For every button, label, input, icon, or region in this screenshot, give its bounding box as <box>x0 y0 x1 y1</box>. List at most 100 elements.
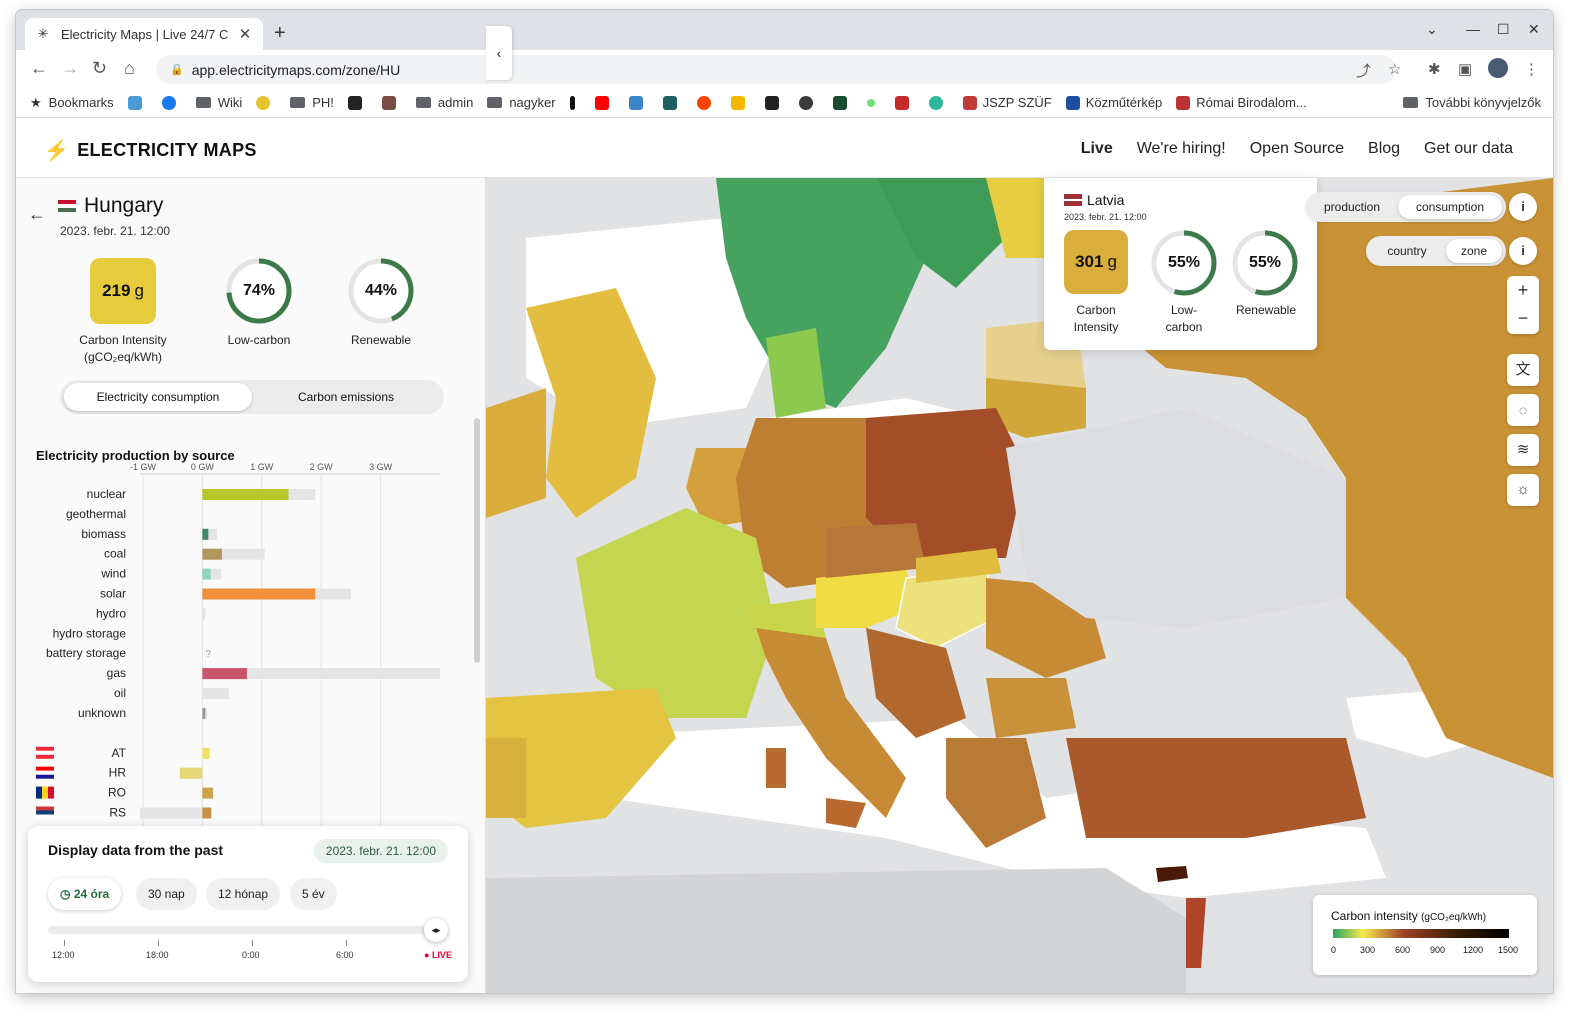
nav-open-source[interactable]: Open Source <box>1250 140 1344 158</box>
new-tab-icon[interactable]: + <box>274 22 286 45</box>
language-button[interactable]: 文 <box>1507 354 1539 386</box>
time-controller-title: Display data from the past <box>48 842 224 858</box>
address-bar[interactable]: 🔒 app.electricitymaps.com/zone/HU <box>156 55 1396 84</box>
back-icon[interactable]: ← <box>30 58 48 79</box>
collapse-panel-button[interactable]: ‹ <box>486 26 512 80</box>
production-bar <box>202 588 316 600</box>
time-slider-thumb[interactable]: ◂▸ <box>424 918 448 942</box>
bookmark-site[interactable] <box>381 95 402 110</box>
minimize-icon[interactable]: — <box>1466 21 1480 37</box>
bookmark-site[interactable] <box>628 95 649 110</box>
tick-mark <box>158 940 159 946</box>
electricity-consumption-option[interactable]: Electricity consumption <box>64 383 252 411</box>
bookmark-site[interactable] <box>347 95 368 110</box>
region-turkey[interactable] <box>1066 738 1366 838</box>
range-30d-button[interactable]: 30 nap <box>136 878 197 910</box>
bookmark-site[interactable] <box>798 95 819 110</box>
carbon-emissions-option[interactable]: Carbon emissions <box>252 383 440 411</box>
bookmark-wiki[interactable]: Wiki <box>195 95 242 110</box>
capacity-bar <box>140 807 203 819</box>
time-slider-track[interactable] <box>48 926 434 934</box>
menu-icon[interactable]: ⋮ <box>1524 60 1539 78</box>
reload-icon[interactable]: ↻ <box>92 58 107 79</box>
other-bookmarks[interactable]: További könyvjelzők <box>1403 95 1541 110</box>
tooltip-renewable-value: 55% <box>1248 254 1282 271</box>
map-canvas[interactable] <box>486 178 1553 993</box>
bookmark-facebook[interactable] <box>161 95 182 110</box>
info-icon[interactable]: i <box>1509 237 1537 265</box>
bookmark-site[interactable] <box>764 95 785 110</box>
logo[interactable]: ⚡ ELECTRICITY MAPS <box>44 138 257 163</box>
sun-icon: ☼ <box>1516 481 1530 498</box>
close-window-icon[interactable]: ✕ <box>1528 21 1540 38</box>
home-icon[interactable]: ⌂ <box>124 58 135 79</box>
back-arrow-icon[interactable]: ← <box>28 204 46 225</box>
info-icon[interactable]: i <box>1509 193 1537 221</box>
legend-color-scale <box>1333 929 1509 938</box>
low-carbon-label: Low-carbon <box>227 333 291 347</box>
region-denmark[interactable] <box>766 328 826 418</box>
translate-icon: 文 <box>1515 361 1531 378</box>
country-option[interactable]: country <box>1372 239 1442 263</box>
wind-layer-button[interactable]: ≋ <box>1507 434 1539 466</box>
panel-scrollbar[interactable] <box>474 418 480 663</box>
zoom-out-button[interactable]: − <box>1507 304 1539 332</box>
range-12m-button[interactable]: 12 hónap <box>206 878 281 910</box>
solar-layer-button[interactable]: ☼ <box>1507 474 1539 506</box>
nav-hiring[interactable]: We're hiring! <box>1137 140 1226 158</box>
bookmark-site[interactable] <box>662 95 683 110</box>
bookmark-site[interactable] <box>894 95 915 110</box>
bookmark-site[interactable] <box>569 95 581 110</box>
maximize-icon[interactable]: ☐ <box>1497 21 1510 38</box>
bookmark-site[interactable] <box>730 95 751 110</box>
zoom-controls: + − <box>1507 276 1539 334</box>
bookmark-site[interactable] <box>127 95 148 110</box>
production-option[interactable]: production <box>1312 195 1392 219</box>
bookmark-site[interactable] <box>866 98 881 107</box>
share-icon[interactable]: ⤴ <box>1356 60 1371 81</box>
profile-avatar-icon[interactable] <box>1488 58 1508 78</box>
bookmark-jszp[interactable]: JSZP SZÜF <box>962 95 1052 110</box>
country-zone-toggle: country zone <box>1366 236 1506 266</box>
zone-option[interactable]: zone <box>1446 239 1502 263</box>
bookmark-youtube[interactable] <box>594 95 615 110</box>
bookmark-nagyker[interactable]: nagyker <box>487 95 556 110</box>
bookmark-site[interactable] <box>928 95 949 110</box>
region-bulgaria[interactable] <box>986 678 1076 738</box>
clock-icon: ◷ <box>60 887 74 901</box>
region-portugal[interactable] <box>486 738 526 818</box>
bookmarks-manager[interactable]: ★ Bookmarks <box>30 95 114 111</box>
extensions-icon[interactable]: ✱ <box>1428 60 1441 78</box>
forward-icon[interactable]: → <box>61 58 79 79</box>
tab-search-icon[interactable]: ⌄ <box>1426 21 1438 38</box>
browser-tab[interactable]: ✳ Electricity Maps | Live 24/7 C ✕ <box>25 18 263 50</box>
bookmark-star-icon[interactable]: ☆ <box>1388 60 1401 78</box>
zoom-in-button[interactable]: + <box>1507 276 1539 304</box>
tooltip-title: Latvia <box>1064 192 1124 208</box>
region-ireland[interactable] <box>486 388 546 518</box>
site-favicon-icon <box>347 95 362 110</box>
bookmark-site[interactable] <box>256 95 276 110</box>
bookmark-site[interactable] <box>832 95 853 110</box>
range-24h-button[interactable]: ◷ 24 óra <box>48 878 122 910</box>
bookmark-ph[interactable]: PH! <box>290 95 334 110</box>
bookmark-romai[interactable]: Római Birodalom... <box>1176 95 1307 110</box>
bookmark-reddit[interactable] <box>696 95 717 110</box>
consumption-option[interactable]: consumption <box>1398 195 1502 219</box>
region-sardinia[interactable] <box>766 748 786 788</box>
country-flag-icon <box>36 746 54 751</box>
carbon-intensity-map[interactable] <box>486 178 1553 993</box>
chevron-left-icon: ‹ <box>496 45 502 61</box>
production-bar <box>202 787 214 799</box>
chart-tick-label: 1 GW <box>250 462 274 472</box>
close-tab-icon[interactable]: ✕ <box>237 25 253 43</box>
toggle-colorblind-button[interactable]: ◌ <box>1507 394 1539 426</box>
live-indicator[interactable]: ● LIVE <box>424 950 452 960</box>
bookmark-admin[interactable]: admin <box>415 95 473 110</box>
side-panel-icon[interactable]: ▣ <box>1458 60 1472 78</box>
nav-live[interactable]: Live <box>1081 140 1113 158</box>
nav-get-data[interactable]: Get our data <box>1424 140 1513 158</box>
bookmark-kozmuterkep[interactable]: Közműtérkép <box>1065 95 1162 110</box>
range-5y-button[interactable]: 5 év <box>290 878 337 910</box>
nav-blog[interactable]: Blog <box>1368 140 1400 158</box>
